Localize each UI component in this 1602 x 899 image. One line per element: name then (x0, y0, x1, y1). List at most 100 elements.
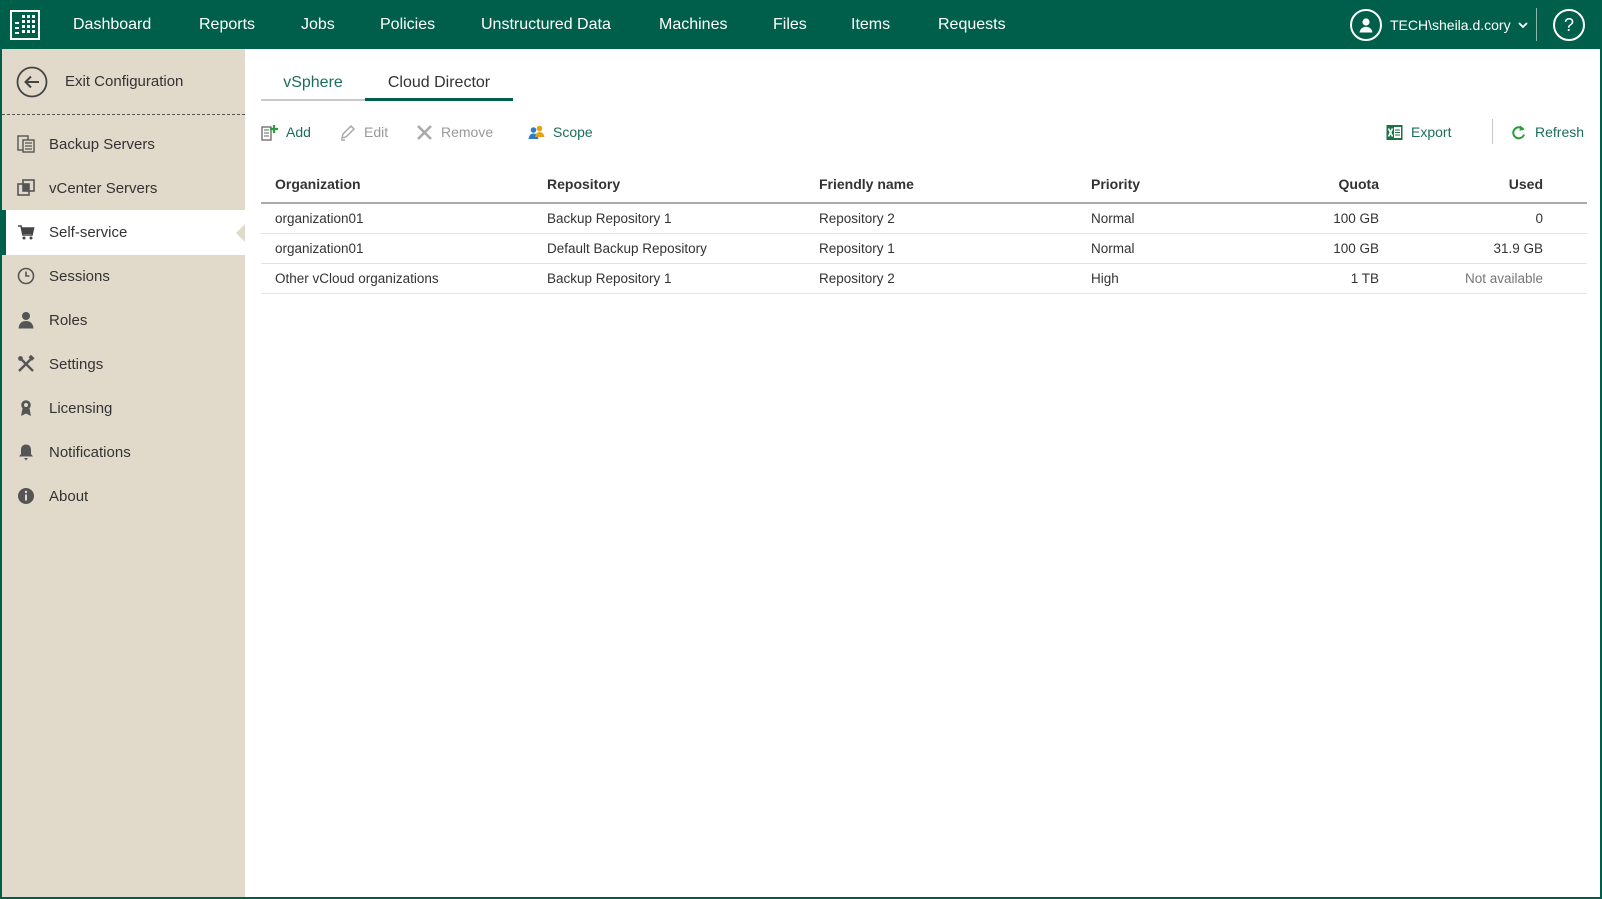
cell-organization: Other vCloud organizations (275, 271, 439, 286)
nav-machines[interactable]: Machines (659, 0, 727, 49)
cell-priority: High (1091, 271, 1119, 286)
cell-organization: organization01 (275, 241, 364, 256)
column-header-quota[interactable]: Quota (1269, 164, 1379, 204)
sidebar-item-label: Notifications (49, 444, 131, 461)
app-logo-icon[interactable] (8, 8, 42, 42)
clock-icon (17, 267, 35, 285)
cart-icon (18, 225, 35, 240)
table-header: Organization Repository Friendly name Pr… (261, 164, 1587, 204)
column-header-repository[interactable]: Repository (547, 164, 620, 204)
column-header-friendly-name[interactable]: Friendly name (819, 164, 914, 204)
add-button[interactable]: Add (261, 120, 311, 144)
info-icon (18, 488, 34, 504)
vcenter-servers-icon (17, 179, 35, 196)
sidebar-item-label: Sessions (49, 268, 110, 285)
cell-friendly-name: Repository 2 (819, 271, 895, 286)
nav-requests[interactable]: Requests (938, 0, 1006, 49)
bell-icon (19, 444, 33, 461)
tab-vsphere[interactable]: vSphere (261, 69, 365, 101)
cell-organization: organization01 (275, 211, 364, 226)
export-button[interactable]: Export (1386, 120, 1451, 144)
active-indicator (2, 210, 6, 255)
nav-reports[interactable]: Reports (199, 0, 255, 49)
nav-policies[interactable]: Policies (380, 0, 435, 49)
nav-files[interactable]: Files (773, 0, 807, 49)
cell-quota: 100 GB (1333, 241, 1379, 256)
sidebar-item-label: Settings (49, 356, 104, 373)
nav-jobs[interactable]: Jobs (301, 0, 335, 49)
pencil-icon (340, 124, 356, 141)
refresh-icon (1512, 125, 1525, 139)
nav-dashboard[interactable]: Dashboard (73, 0, 151, 49)
configuration-sidebar: Exit Configuration Backup Servers vCente… (0, 49, 246, 899)
cell-used: 31.9 GB (1493, 241, 1543, 256)
cell-used: 0 (1535, 211, 1543, 226)
cell-friendly-name: Repository 2 (819, 211, 895, 226)
add-icon (261, 124, 278, 141)
sidebar-item-label: About (49, 488, 89, 505)
sidebar-item-sessions[interactable]: Sessions (2, 254, 245, 299)
sidebar-item-settings[interactable]: Settings (2, 342, 245, 387)
export-label: Export (1411, 124, 1452, 140)
sidebar-item-about[interactable]: About (2, 474, 245, 519)
column-header-priority[interactable]: Priority (1091, 164, 1140, 204)
table-row[interactable]: Other vCloud organizations Backup Reposi… (261, 264, 1587, 294)
cell-repository: Backup Repository 1 (547, 211, 672, 226)
nav-unstructured-data[interactable]: Unstructured Data (481, 0, 611, 49)
edit-button[interactable]: Edit (339, 120, 388, 144)
refresh-label: Refresh (1535, 124, 1585, 140)
sidebar-item-notifications[interactable]: Notifications (2, 430, 245, 475)
users-icon (528, 125, 545, 139)
cell-quota: 100 GB (1333, 211, 1379, 226)
cell-quota: 1 TB (1350, 271, 1379, 286)
excel-icon (1386, 124, 1403, 140)
help-button[interactable]: ? (1553, 9, 1585, 41)
chevron-down-icon (1517, 22, 1528, 29)
user-name: TECH\sheila.d.cory (1390, 17, 1511, 33)
sidebar-item-label: Backup Servers (49, 136, 155, 153)
cell-priority: Normal (1091, 241, 1135, 256)
sidebar-item-label: vCenter Servers (49, 180, 158, 197)
edit-label: Edit (364, 124, 389, 140)
table-row[interactable]: organization01 Backup Repository 1 Repos… (261, 204, 1587, 234)
add-label: Add (286, 124, 311, 140)
main-content: vSphere Cloud Director Add Edit Remove S… (245, 49, 1602, 899)
cell-friendly-name: Repository 1 (819, 241, 895, 256)
repository-quotas-table: Organization Repository Friendly name Pr… (261, 164, 1587, 294)
scope-button[interactable]: Scope (528, 120, 593, 144)
backup-servers-icon (17, 135, 35, 153)
remove-button[interactable]: Remove (416, 120, 493, 144)
toolbar-divider (1492, 119, 1493, 144)
tab-cloud-director[interactable]: Cloud Director (365, 69, 513, 101)
sidebar-item-label: Licensing (49, 400, 113, 417)
sidebar-item-vcenter-servers[interactable]: vCenter Servers (2, 166, 245, 211)
refresh-button[interactable]: Refresh (1510, 120, 1584, 144)
exit-configuration-label: Exit Configuration (65, 73, 184, 90)
sidebar-item-roles[interactable]: Roles (2, 298, 245, 343)
cell-priority: Normal (1091, 211, 1135, 226)
remove-label: Remove (441, 124, 494, 140)
sidebar-item-backup-servers[interactable]: Backup Servers (2, 122, 245, 167)
back-arrow-icon (16, 66, 48, 98)
license-icon (21, 400, 31, 416)
column-header-used[interactable]: Used (1431, 164, 1543, 204)
person-icon (18, 312, 34, 329)
close-icon (417, 124, 432, 140)
sidebar-item-label: Self-service (49, 224, 128, 241)
sidebar-item-label: Roles (49, 312, 88, 329)
cell-used: Not available (1464, 271, 1543, 286)
exit-configuration-button[interactable]: Exit Configuration (2, 49, 245, 115)
table-row[interactable]: organization01 Default Backup Repository… (261, 234, 1587, 264)
tools-icon (18, 355, 35, 372)
top-bar-divider (1536, 8, 1537, 41)
user-avatar-icon (1350, 9, 1382, 41)
sidebar-item-self-service[interactable]: Self-service (2, 210, 246, 255)
top-navigation-bar: Dashboard Reports Jobs Policies Unstruct… (0, 0, 1602, 49)
user-menu[interactable]: TECH\sheila.d.cory (1350, 9, 1529, 41)
scope-label: Scope (553, 124, 593, 140)
cell-repository: Backup Repository 1 (547, 271, 672, 286)
column-header-organization[interactable]: Organization (275, 164, 361, 204)
nav-items[interactable]: Items (851, 0, 890, 49)
sidebar-item-licensing[interactable]: Licensing (2, 386, 245, 431)
cell-repository: Default Backup Repository (547, 241, 707, 256)
